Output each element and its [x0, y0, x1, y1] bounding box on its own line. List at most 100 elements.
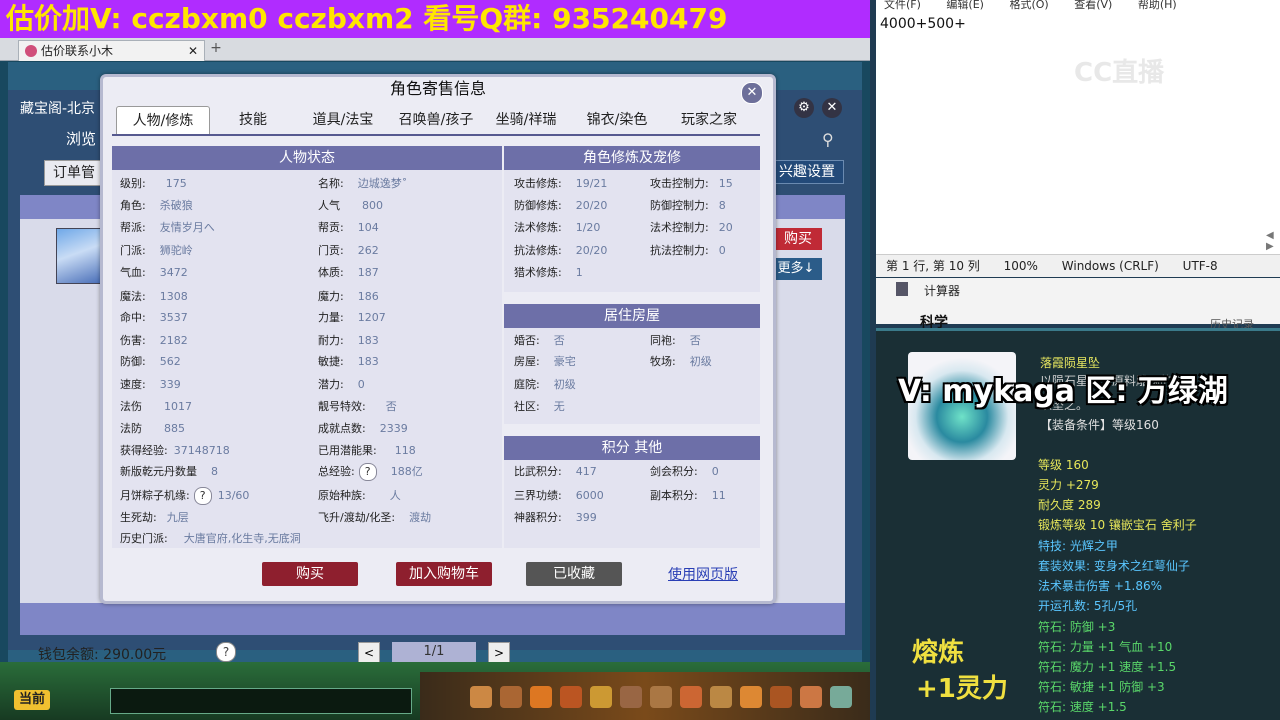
status-encoding: UTF-8	[1182, 259, 1218, 273]
stat-value: 0	[718, 244, 726, 257]
listing-more-button[interactable]: 更多↓	[770, 258, 822, 280]
stat-label: 耐力:	[318, 334, 344, 347]
calculator-title: 计算器	[924, 284, 961, 298]
game-icon-3[interactable]	[530, 686, 552, 708]
status-row: 人气 800	[318, 197, 383, 215]
stat-label: 人气	[318, 199, 340, 212]
stat-value: 杀破狼	[159, 199, 193, 212]
tab-home[interactable]: 玩家之家	[666, 106, 752, 134]
chat-input[interactable]	[110, 688, 412, 714]
menu-help[interactable]: 帮助(H)	[1138, 0, 1177, 11]
game-icon-5[interactable]	[590, 686, 612, 708]
cultivation-row: 法术控制力: 20	[650, 219, 733, 237]
game-icon-7[interactable]	[650, 686, 672, 708]
browser-tab-title: 估价联系小木	[41, 44, 114, 58]
status-row: 已用潜能果: 118	[318, 442, 416, 460]
tab-close-icon[interactable]: ✕	[188, 41, 198, 61]
stat-value: 1	[575, 266, 583, 279]
house-row: 房屋: 豪宅	[514, 353, 576, 371]
menu-file[interactable]: 文件(F)	[884, 0, 921, 11]
use-web-version-link[interactable]: 使用网页版	[668, 564, 738, 584]
order-management-button[interactable]: 订单管	[44, 160, 104, 186]
menu-view[interactable]: 查看(V)	[1074, 0, 1112, 11]
modal-close-icon[interactable]: ✕	[741, 82, 763, 104]
notepad-statusbar: 第 1 行, 第 10 列 100% Windows (CRLF) UTF-8	[876, 254, 1280, 277]
game-icon-1[interactable]	[470, 686, 492, 708]
status-row: 魔法: 1308	[120, 288, 188, 306]
status-line-ending: Windows (CRLF)	[1061, 259, 1159, 273]
status-row: 潜力: 0	[318, 376, 365, 394]
status-row: 速度: 339	[120, 376, 181, 394]
help-icon[interactable]: ?	[193, 487, 212, 505]
tab-outfits[interactable]: 锦衣/染色	[574, 106, 660, 134]
stat-value: 262	[357, 244, 379, 257]
item-rune-line: 符石: 敏捷 +1 防御 +3	[1038, 680, 1165, 694]
status-row: 法防 885	[120, 420, 185, 438]
game-icon-13[interactable]	[830, 686, 852, 708]
search-icon[interactable]: ⚲	[822, 130, 834, 149]
new-tab-button[interactable]: +	[208, 40, 224, 58]
item-rune-line: 符石: 防御 +3	[1038, 620, 1116, 634]
tab-summons[interactable]: 召唤兽/孩子	[390, 106, 482, 134]
item-effect-line: 开运孔数: 5孔/5孔	[1038, 599, 1138, 613]
tab-skills[interactable]: 技能	[218, 106, 288, 134]
notepad-text-area[interactable]: 4000+500+	[880, 16, 966, 32]
close-icon[interactable]: ✕	[822, 98, 842, 118]
pager-next-button[interactable]: >	[488, 642, 510, 664]
status-row: 魔力: 186	[318, 288, 379, 306]
stat-value: 1/20	[575, 221, 601, 234]
listing-buy-button[interactable]: 购买	[774, 228, 822, 250]
game-icon-6[interactable]	[620, 686, 642, 708]
status-row: 体质: 187	[318, 264, 379, 282]
game-icon-11[interactable]	[770, 686, 792, 708]
stat-label: 命中:	[120, 311, 146, 324]
stat-label: 体质:	[318, 266, 344, 279]
pager-prev-button[interactable]: <	[358, 642, 380, 664]
menu-format[interactable]: 格式(O)	[1009, 0, 1048, 11]
gear-icon[interactable]: ⚙	[794, 98, 814, 118]
site-favicon-icon	[25, 45, 37, 57]
interest-settings-button[interactable]: 兴趣设置	[770, 160, 844, 184]
item-effect-line: 特技: 光辉之甲	[1038, 539, 1118, 553]
tab-mounts[interactable]: 坐骑/祥瑞	[484, 106, 568, 134]
stat-label: 生死劫:	[120, 511, 157, 524]
wallet-help-icon[interactable]: ?	[216, 642, 236, 662]
game-icon-4[interactable]	[560, 686, 582, 708]
cultivation-row: 攻击修炼: 19/21	[514, 175, 607, 193]
favorited-button[interactable]: 已收藏	[526, 562, 622, 586]
add-to-cart-button[interactable]: 加入购物车	[396, 562, 492, 586]
game-icon-8[interactable]	[680, 686, 702, 708]
stat-label: 剑会积分:	[650, 465, 698, 478]
item-effect-line: 套装效果: 变身术之红萼仙子	[1038, 559, 1190, 573]
scroll-arrows-icon[interactable]: ◀ ▶	[1266, 230, 1278, 252]
game-icon-10[interactable]	[740, 686, 762, 708]
status-row: 名称: 边城逸梦˚	[318, 175, 407, 193]
tab-items[interactable]: 道具/法宝	[300, 106, 386, 134]
stat-label: 三界功绩:	[514, 489, 562, 502]
status-row: 角色: 杀破狼	[120, 197, 193, 215]
chat-channel-button[interactable]: 当前	[14, 690, 50, 710]
stat-label: 门派:	[120, 244, 146, 257]
tab-character[interactable]: 人物/修炼	[116, 106, 210, 135]
game-icon-12[interactable]	[800, 686, 822, 708]
status-row: 新版乾元丹数量 8	[120, 463, 218, 481]
character-avatar[interactable]	[56, 228, 102, 284]
stat-value: 否	[689, 334, 701, 347]
stat-label: 已用潜能果:	[318, 444, 377, 457]
browser-tab[interactable]: 估价联系小木 ✕	[18, 40, 205, 61]
game-icon-9[interactable]	[710, 686, 732, 708]
house-row: 社区: 无	[514, 398, 565, 416]
browse-label[interactable]: 浏览	[66, 128, 96, 149]
house-row: 同袍: 否	[650, 332, 701, 350]
menu-edit[interactable]: 编辑(E)	[946, 0, 984, 11]
status-row: 伤害: 2182	[120, 332, 188, 350]
stat-value: 渡劫	[409, 511, 432, 524]
stat-label: 社区:	[514, 400, 540, 413]
stat-label: 气血:	[120, 266, 146, 279]
buy-button[interactable]: 购买	[262, 562, 358, 586]
stat-label: 飞升/渡劫/化圣:	[318, 511, 396, 524]
help-icon[interactable]: ?	[358, 463, 377, 481]
stat-value: 6000	[575, 489, 604, 502]
game-icon-2[interactable]	[500, 686, 522, 708]
stat-value: 0	[711, 465, 719, 478]
